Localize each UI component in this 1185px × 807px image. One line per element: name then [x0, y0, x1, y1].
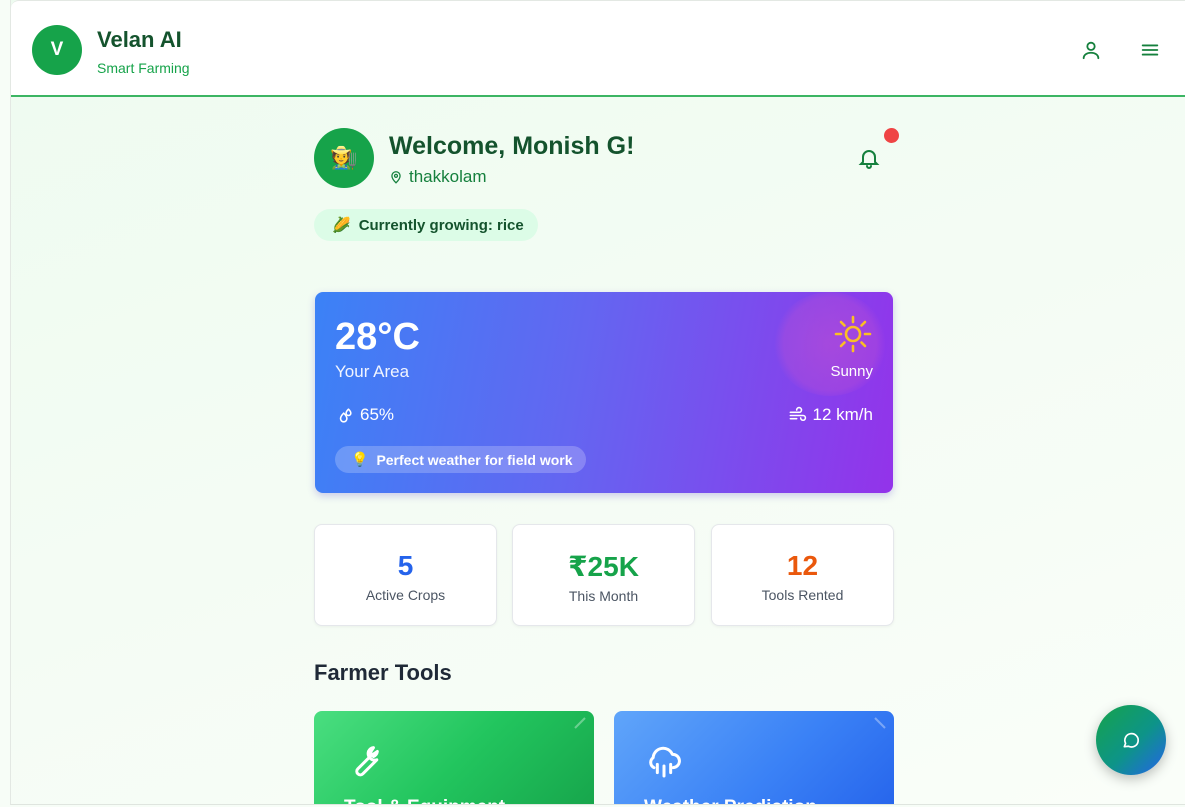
- decoration-icon: [572, 715, 588, 731]
- lightbulb-icon: 💡: [351, 451, 369, 467]
- weather-area: Your Area: [335, 362, 410, 381]
- weather-tip: 💡 Perfect weather for field work: [335, 446, 586, 473]
- humidity: 65%: [335, 405, 394, 425]
- wind-speed: 12 km/h: [788, 405, 873, 425]
- droplets-icon: [339, 407, 352, 423]
- app-title: Velan AI: [97, 27, 182, 52]
- corn-icon: 🌽: [332, 217, 351, 234]
- cloud-rain-icon: [644, 741, 684, 781]
- humidity-value: 65%: [360, 405, 395, 424]
- stat-card-tools-rented[interactable]: 12 Tools Rented: [711, 524, 894, 626]
- logo-badge[interactable]: V: [32, 25, 82, 75]
- decoration-icon: [872, 715, 888, 731]
- current-crop-text: Currently growing: rice: [358, 216, 524, 234]
- app-subtitle: Smart Farming: [97, 60, 190, 76]
- map-pin-icon: [391, 171, 401, 184]
- weather-card[interactable]: 28°C Your Area Sunny 65% 12 km/h 💡 Perfe…: [315, 292, 893, 493]
- stat-value: 12: [786, 550, 819, 581]
- tool-card-equipment[interactable]: Tool & Equipment: [314, 711, 594, 804]
- wind-icon: [789, 406, 806, 421]
- chat-bubble-icon: [1123, 732, 1139, 748]
- wrench-icon: [344, 741, 384, 781]
- farmer-avatar: 🧑‍🌾: [314, 128, 374, 188]
- stat-value: 5: [397, 550, 414, 581]
- current-crop-pill: 🌽 Currently growing: rice: [314, 209, 538, 241]
- app-header: V Velan AI Smart Farming: [11, 0, 1185, 97]
- notification-badge: [884, 128, 899, 143]
- stat-card-this-month[interactable]: ₹25K This Month: [512, 524, 695, 626]
- stat-label: Tools Rented: [761, 587, 844, 603]
- bell-icon[interactable]: [857, 146, 881, 170]
- chat-button[interactable]: [1096, 705, 1166, 775]
- weather-condition: Sunny: [830, 363, 873, 380]
- tool-card-title: Weather Prediction: [644, 797, 817, 804]
- tool-card-title: Tool & Equipment: [344, 797, 505, 804]
- temperature: 28°C: [335, 316, 420, 358]
- stat-value: ₹25K: [568, 551, 639, 582]
- hamburger-menu-icon[interactable]: [1139, 39, 1161, 61]
- weather-tip-text: Perfect weather for field work: [376, 451, 573, 468]
- wind-value: 12 km/h: [812, 405, 873, 424]
- welcome-title: Welcome, Monish G!: [389, 132, 635, 160]
- user-location: thakkolam: [389, 167, 486, 187]
- stat-label: Active Crops: [365, 587, 446, 603]
- location-text: thakkolam: [409, 167, 487, 186]
- user-icon[interactable]: [1080, 39, 1102, 61]
- stat-label: This Month: [568, 588, 639, 604]
- section-title-farmer-tools: Farmer Tools: [314, 660, 452, 685]
- tool-card-weather[interactable]: Weather Prediction: [614, 711, 894, 804]
- sun-icon: [833, 314, 873, 354]
- app-frame: V Velan AI Smart Farming 🧑‍🌾 Welcome, Mo…: [10, 0, 1185, 805]
- stat-card-active-crops[interactable]: 5 Active Crops: [314, 524, 497, 626]
